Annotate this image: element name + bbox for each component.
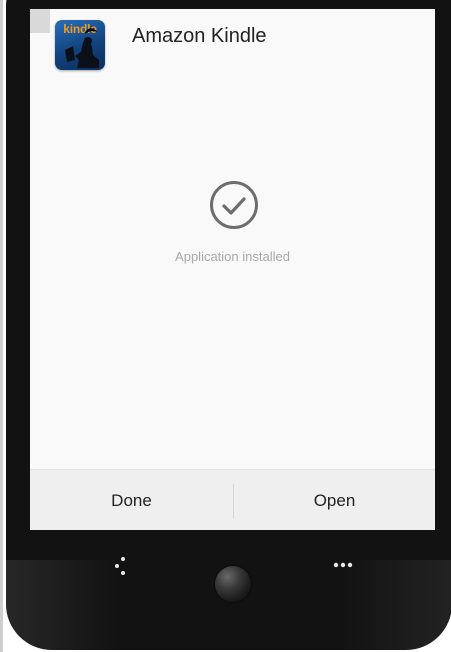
screen-corner-tab: [30, 9, 50, 33]
kindle-app-icon: kindle: [55, 20, 105, 70]
action-button-bar: Done Open: [30, 469, 435, 530]
check-circle-icon: [210, 181, 258, 229]
page-left-edge: [0, 0, 3, 652]
open-button[interactable]: Open: [234, 470, 435, 530]
menu-dots-icon[interactable]: [332, 561, 354, 569]
home-button[interactable]: [215, 566, 251, 602]
install-screen: kindle Amazon Kindle Application install…: [30, 9, 435, 530]
done-button[interactable]: Done: [30, 470, 233, 530]
app-title: Amazon Kindle: [132, 25, 267, 47]
back-icon[interactable]: [112, 556, 128, 576]
install-status-text: Application installed: [175, 249, 290, 264]
kindle-reader-silhouette: [65, 28, 99, 68]
